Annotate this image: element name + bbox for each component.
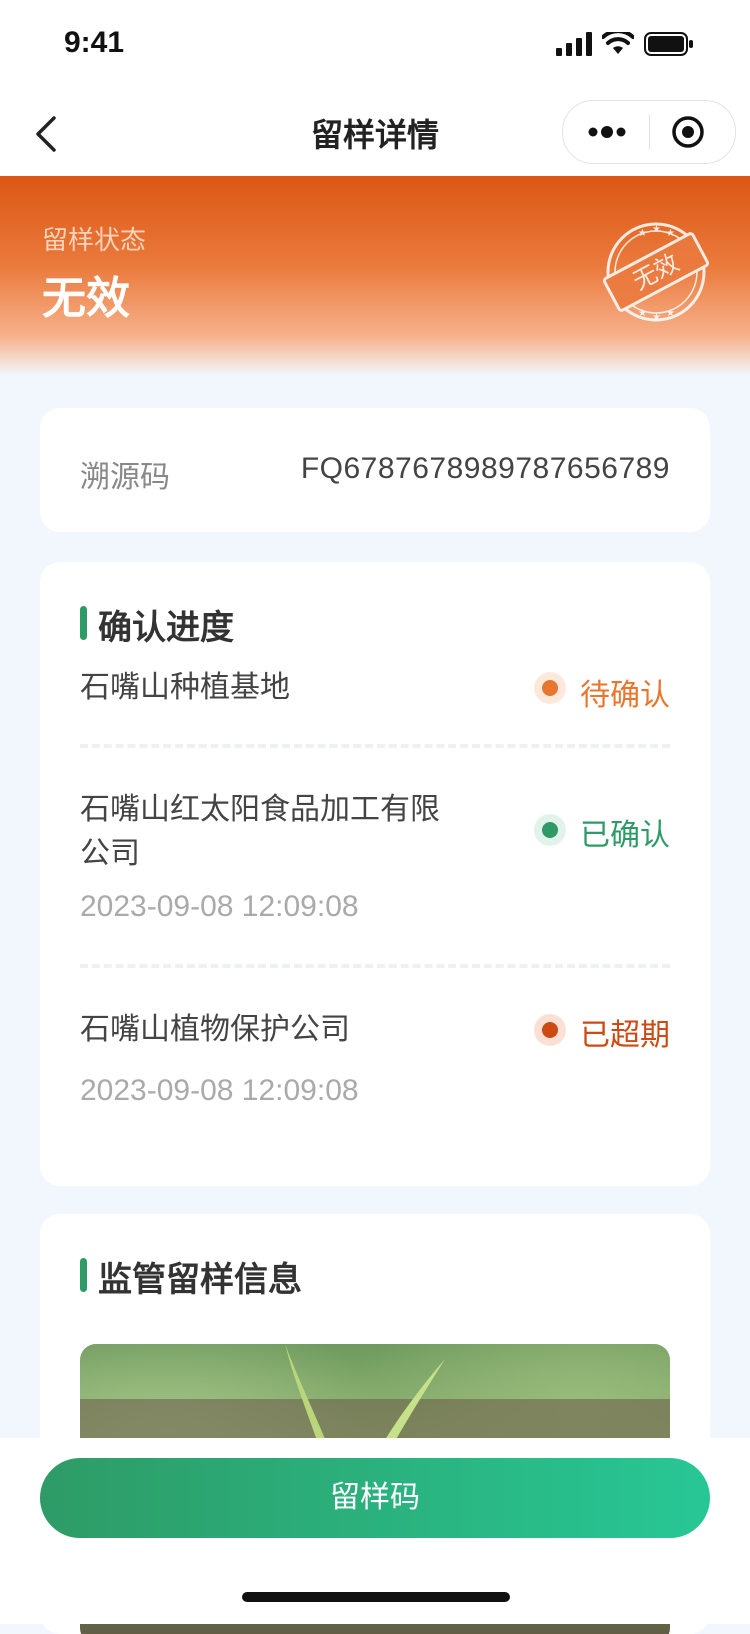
progress-row-time: 2023-09-08 12:09:08 bbox=[80, 1074, 359, 1107]
nav-bar: 留样详情 bbox=[0, 92, 750, 176]
status-header: 留样状态 无效 ★ ★ ★ ★ ★ ★ 无效 bbox=[0, 176, 750, 376]
mini-program-capsule bbox=[562, 100, 736, 164]
progress-row-status: 待确认 bbox=[580, 678, 670, 713]
section-title-info: 监管留样信息 bbox=[80, 1252, 302, 1301]
overdue-status-dot-icon bbox=[534, 1014, 566, 1046]
progress-row-name: 石嘴山种植基地 bbox=[80, 670, 290, 705]
home-indicator bbox=[242, 1592, 510, 1602]
svg-text:★: ★ bbox=[666, 228, 675, 239]
progress-row-name-line1: 石嘴山红太阳食品加工有限 bbox=[80, 792, 440, 827]
section-title-progress: 确认进度 bbox=[80, 600, 234, 649]
progress-row-name: 石嘴山红太阳食品加工有限 公司 bbox=[80, 788, 440, 876]
trace-code-card: 溯源码 FQ6787678989787656789 bbox=[40, 408, 710, 532]
progress-row-time: 2023-09-08 12:09:08 bbox=[80, 890, 359, 923]
progress-row-status: 已确认 bbox=[580, 818, 670, 853]
status-value: 无效 bbox=[42, 273, 130, 324]
trace-code-label: 溯源码 bbox=[80, 460, 170, 495]
status-time: 9:41 bbox=[64, 26, 125, 59]
wifi-icon bbox=[602, 32, 634, 54]
svg-text:★: ★ bbox=[638, 228, 647, 239]
progress-row-status: 已超期 bbox=[580, 1018, 670, 1053]
progress-row-name-line2: 公司 bbox=[80, 836, 140, 871]
svg-text:★: ★ bbox=[652, 312, 661, 323]
battery-icon bbox=[644, 32, 693, 56]
close-target-icon[interactable] bbox=[671, 115, 705, 149]
capsule-divider bbox=[649, 115, 650, 149]
row-divider bbox=[80, 744, 670, 748]
confirmed-status-dot-icon bbox=[534, 814, 566, 846]
more-icon[interactable] bbox=[587, 119, 627, 145]
row-divider bbox=[80, 964, 670, 968]
signal-icon bbox=[556, 32, 592, 56]
pending-status-dot-icon bbox=[534, 672, 566, 704]
status-label: 留样状态 bbox=[42, 226, 147, 256]
status-bar: 9:41 bbox=[0, 0, 750, 92]
progress-row-name: 石嘴山植物保护公司 bbox=[80, 1012, 350, 1047]
sample-code-button[interactable]: 留样码 bbox=[40, 1458, 710, 1538]
trace-code-value: FQ6787678989787656789 bbox=[300, 452, 670, 485]
status-icons bbox=[556, 32, 694, 56]
svg-text:★: ★ bbox=[666, 308, 675, 319]
svg-text:★: ★ bbox=[638, 308, 647, 319]
svg-text:★: ★ bbox=[652, 224, 661, 235]
confirm-progress-card: 确认进度 石嘴山种植基地 待确认 石嘴山红太阳食品加工有限 公司 已确认 202… bbox=[40, 562, 710, 1186]
invalid-stamp-icon: ★ ★ ★ ★ ★ ★ 无效 bbox=[602, 222, 710, 323]
